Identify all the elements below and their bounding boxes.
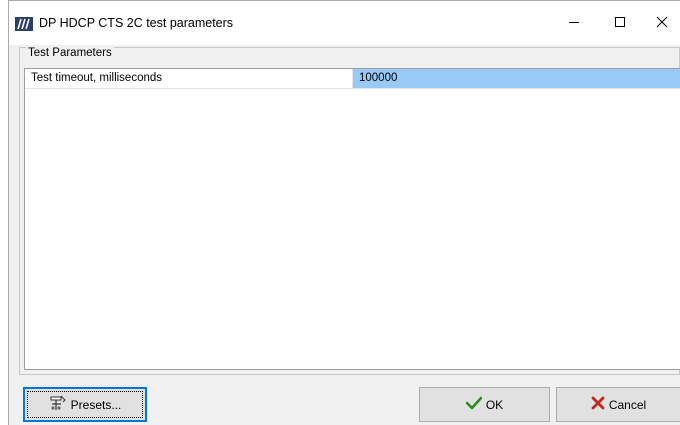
minimize-button[interactable]: [551, 1, 597, 45]
maximize-icon: [614, 16, 626, 31]
window-title: DP HDCP CTS 2C test parameters: [39, 16, 234, 30]
x-icon: [591, 396, 605, 413]
ok-button[interactable]: OK: [419, 387, 550, 422]
minimize-icon: [568, 16, 580, 31]
checkmark-icon: [465, 396, 483, 413]
presets-button[interactable]: Presets...: [23, 387, 147, 422]
app-logo-icon: [15, 17, 33, 31]
parameter-row[interactable]: Test timeout, milliseconds 100000: [25, 69, 680, 89]
dialog-window: DP HDCP CTS 2C test parameters Test Para…: [8, 0, 680, 425]
title-bar[interactable]: DP HDCP CTS 2C test parameters: [9, 1, 680, 45]
parameter-name: Test timeout, milliseconds: [25, 69, 353, 88]
close-button[interactable]: [643, 1, 680, 45]
test-parameters-group: Test Parameters Test timeout, millisecon…: [19, 47, 680, 375]
group-label: Test Parameters: [26, 47, 114, 60]
cancel-button[interactable]: Cancel: [556, 387, 680, 422]
parameter-grid[interactable]: Test timeout, milliseconds 100000: [24, 68, 680, 370]
cancel-label: Cancel: [608, 397, 647, 412]
focus-rectangle: [27, 391, 143, 418]
ok-label: OK: [485, 397, 504, 412]
close-icon: [656, 16, 668, 31]
maximize-button[interactable]: [597, 1, 643, 45]
parameter-value-field[interactable]: 100000: [353, 69, 680, 88]
